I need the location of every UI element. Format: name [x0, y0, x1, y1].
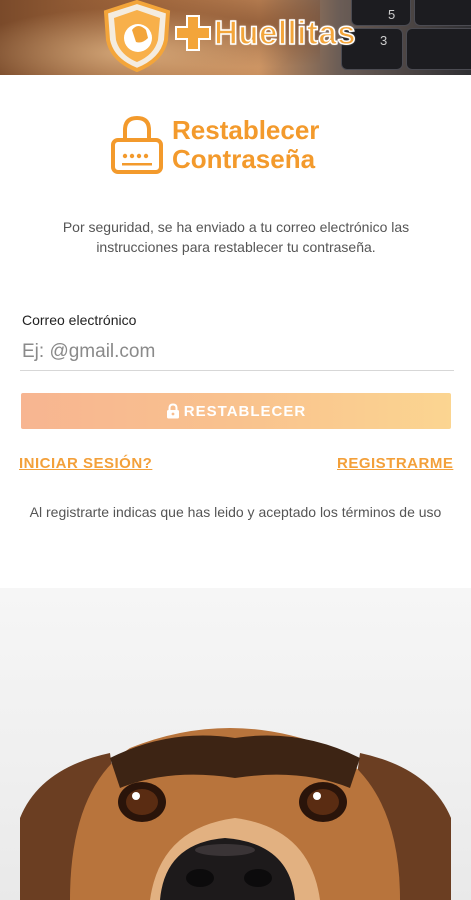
page-title-line1: Restablecer: [172, 115, 320, 145]
register-link[interactable]: REGISTRARME: [337, 455, 453, 472]
page-title-line2: Contraseña: [172, 144, 316, 174]
header-banner: 5 3 Huellitas: [0, 0, 471, 75]
keyboard-key-label: 3: [380, 33, 388, 48]
email-label: Correo electrónico: [22, 312, 137, 328]
shield-dog-icon: [103, 0, 171, 72]
reset-button[interactable]: RESTABLECER: [21, 393, 451, 429]
keyboard-key: 5: [351, 0, 411, 26]
keyboard-key-label: 5: [388, 7, 396, 22]
dog-photo: [0, 588, 471, 900]
instructions-text: Por seguridad, se ha enviado a tu correo…: [62, 219, 410, 255]
lock-icon: [111, 115, 163, 174]
terms-text: Al registrarte indicas que has leido y a…: [29, 504, 442, 520]
keyboard-key: [414, 0, 471, 26]
brand-name: Huellitas: [213, 13, 357, 52]
reset-button-label: RESTABLECER: [183, 402, 307, 420]
dog-illustration: [20, 728, 451, 900]
plus-icon: [175, 15, 211, 51]
login-link[interactable]: INICIAR SESIÓN?: [19, 455, 152, 472]
lock-small-icon: [166, 403, 179, 419]
page-title: Restablecer Contraseña: [172, 116, 392, 174]
email-field[interactable]: [20, 334, 454, 371]
keyboard-key: [406, 28, 471, 70]
